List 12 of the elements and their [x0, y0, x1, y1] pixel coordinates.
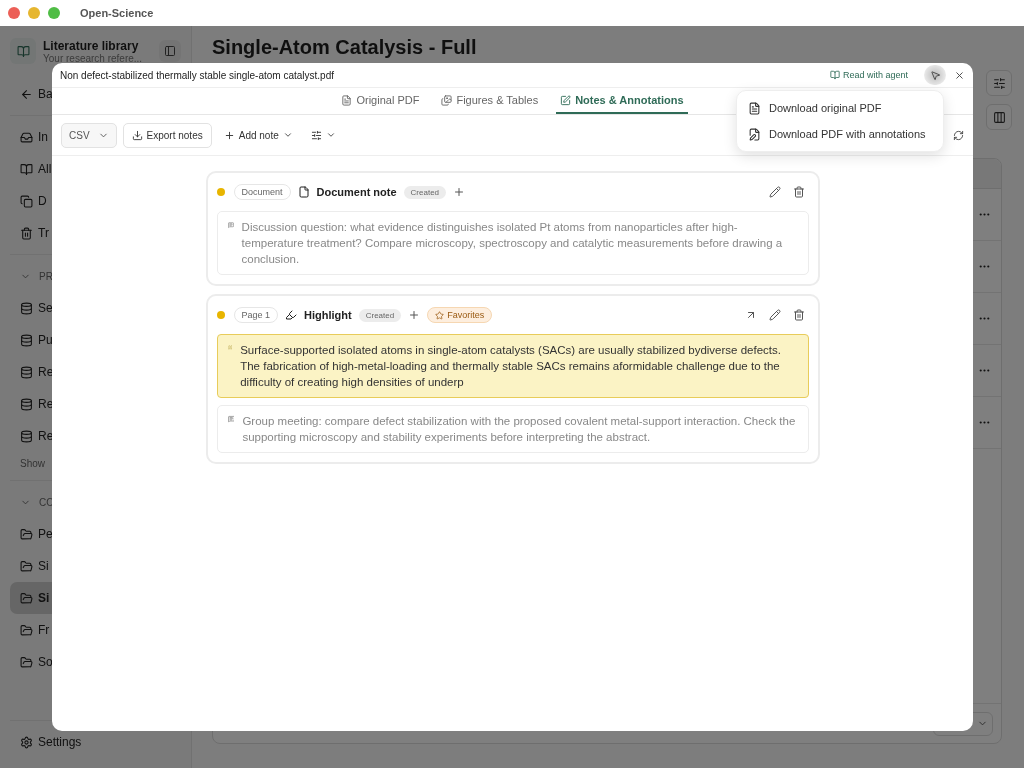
note-title: Highlight [304, 309, 352, 321]
sidebar-subtitle: Your research refere... [43, 52, 144, 64]
file-name: Non defect-stabilized thermally stable single-atom catalyst.pdf [60, 69, 336, 81]
page-title: Single-Atom Catalysis - Full [212, 36, 478, 60]
quote-text: Surface-supported isolated atoms in single-atom catalysts (SACs) are usually stabilized bydiverse defects. The fabrication of high-metal-loading and thermally stable SACs remains aformidable challenge due to the difficulty of creating high densities of underp [240, 343, 782, 390]
status-badge: Created [358, 308, 402, 322]
comment-text: Discussion question: what evidence distinguishes isolated Pt atoms from nanoparticles after high-temperature treatment? Compare microscopy, spectroscopy and catalytic measurements before drawing a conclusion. [241, 220, 784, 267]
sidebar-title: Literature library [43, 38, 140, 53]
comment-text: Group meeting: compare defect stabilization with the proposed covalent metal-support interaction. Check the supporting microscopy and stability experiments before interpreting the abstract. [242, 414, 797, 445]
note-title: Document note [316, 186, 397, 198]
status-badge: Created [403, 185, 447, 199]
window-title: Open-Science [80, 7, 154, 19]
